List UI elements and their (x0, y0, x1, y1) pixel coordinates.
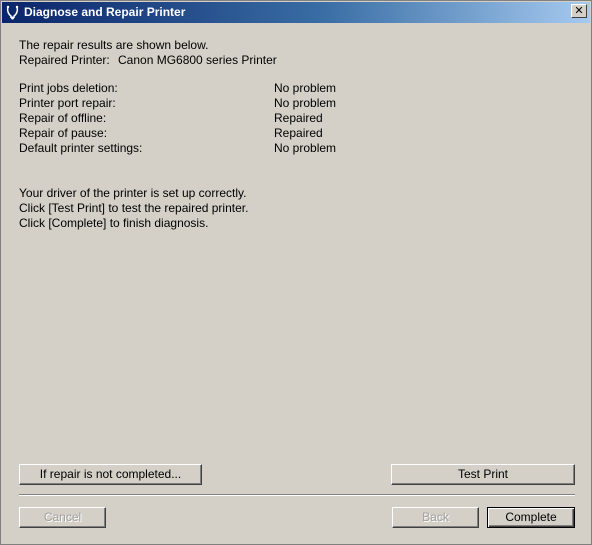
result-value: No problem (274, 96, 337, 110)
repaired-printer-name: Canon MG6800 series Printer (118, 53, 277, 67)
back-button[interactable]: Back (392, 507, 479, 528)
intro-text: The repair results are shown below. (19, 38, 209, 52)
repair-not-completed-button[interactable]: If repair is not completed... (19, 464, 202, 485)
window-title: Diagnose and Repair Printer (24, 5, 186, 19)
close-button[interactable]: ✕ (571, 4, 587, 18)
complete-button[interactable]: Complete (487, 507, 575, 528)
result-value: No problem (274, 81, 337, 95)
test-print-button[interactable]: Test Print (391, 464, 575, 485)
message-test-print: Click [Test Print] to test the repaired … (19, 201, 249, 215)
result-label: Print jobs deletion: (19, 81, 118, 95)
result-label: Printer port repair: (19, 96, 116, 110)
message-driver-ok: Your driver of the printer is set up cor… (19, 186, 247, 200)
message-complete: Click [Complete] to finish diagnosis. (19, 216, 209, 230)
repaired-printer-label: Repaired Printer: (19, 53, 110, 67)
result-value: Repaired (274, 111, 323, 125)
result-value: No problem (274, 141, 337, 155)
title-bar[interactable]: Diagnose and Repair Printer ✕ (2, 2, 590, 23)
dialog-window: Diagnose and Repair Printer ✕ The repair… (0, 0, 592, 545)
cancel-button[interactable]: Cancel (19, 507, 106, 528)
printer-repair-icon (6, 5, 19, 20)
result-label: Repair of offline: (19, 111, 107, 125)
result-label: Default printer settings: (19, 141, 143, 155)
result-label: Repair of pause: (19, 126, 108, 140)
separator-line (19, 494, 575, 496)
result-value: Repaired (274, 126, 323, 140)
